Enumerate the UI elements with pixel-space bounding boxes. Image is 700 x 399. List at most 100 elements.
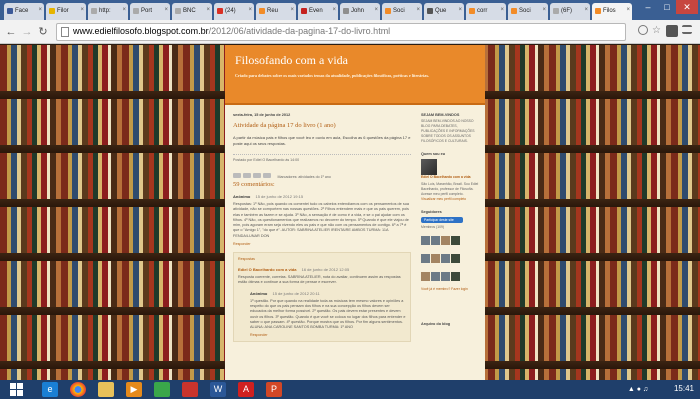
reply-link[interactable]: Responder [233, 242, 411, 246]
browser-tab[interactable]: Filos × [592, 3, 632, 20]
follower-avatar[interactable] [441, 236, 450, 245]
zoom-icon[interactable] [638, 25, 648, 35]
follower-avatar[interactable] [431, 254, 440, 263]
forward-button[interactable]: → [20, 24, 34, 40]
browser-tab[interactable]: Soci × [508, 3, 548, 20]
tab-close-icon[interactable]: × [80, 7, 84, 13]
follower-avatar[interactable] [451, 254, 460, 263]
tab-label: BNC [183, 8, 196, 14]
browser-tab[interactable]: Even × [298, 3, 338, 20]
archive-heading: Arquivo do blog [421, 322, 451, 326]
follower-avatar[interactable] [451, 272, 460, 281]
tab-close-icon[interactable]: × [416, 7, 420, 13]
page-icon [61, 27, 69, 37]
nested-reply-link[interactable]: Responder [250, 333, 406, 337]
tab-close-icon[interactable]: × [122, 7, 126, 13]
browser-tab-strip: Face × Filor × http: × Port × BNC × (24) × Reu × Even ×… [0, 0, 700, 20]
browser-tab[interactable]: Que × [424, 3, 464, 20]
follower-avatar[interactable] [421, 236, 430, 245]
chrome-window-icon[interactable] [182, 382, 198, 397]
maximize-button[interactable]: □ [658, 0, 676, 14]
internet-explorer-icon[interactable]: e [42, 382, 58, 397]
profile-avatar[interactable] [421, 159, 437, 175]
favicon-icon [259, 8, 265, 14]
browser-tab[interactable]: (24) × [214, 3, 254, 20]
reply-author[interactable]: Ediel O Bacelhardo com a vida 16 de junh… [238, 267, 406, 272]
tab-close-icon[interactable]: × [332, 7, 336, 13]
tab-close-icon[interactable]: × [374, 7, 378, 13]
browser-tab[interactable]: Face × [4, 3, 44, 20]
follower-avatar[interactable] [421, 254, 430, 263]
media-player-icon[interactable]: ▶ [126, 382, 142, 397]
blog-title[interactable]: Filosofando com a vida [235, 53, 348, 68]
tab-close-icon[interactable]: × [626, 7, 630, 13]
tab-close-icon[interactable]: × [542, 7, 546, 13]
twitter-share-icon[interactable] [253, 173, 261, 178]
browser-tab[interactable]: Reu × [256, 3, 296, 20]
follower-avatar[interactable] [441, 272, 450, 281]
minimize-button[interactable]: – [638, 0, 658, 14]
followers-login[interactable]: Você já é membro? Fazer login [421, 287, 479, 292]
browser-tab[interactable]: corr × [466, 3, 506, 20]
replies-toggle[interactable]: Respostas [238, 257, 406, 261]
browser-tab[interactable]: Filor × [46, 3, 86, 20]
follower-avatar[interactable] [441, 254, 450, 263]
word-icon[interactable]: W [210, 382, 226, 397]
address-bar[interactable]: www.edielfilosofo.blogspot.com.br/2012/0… [56, 23, 626, 41]
browser-tab[interactable]: http: × [88, 3, 128, 20]
tab-close-icon[interactable]: × [290, 7, 294, 13]
tab-label: Soci [393, 8, 405, 14]
tab-close-icon[interactable]: × [458, 7, 462, 13]
back-button[interactable]: ← [4, 24, 18, 40]
browser-tab[interactable]: John × [340, 3, 380, 20]
close-window-button[interactable]: ✕ [676, 0, 698, 14]
chrome-icon[interactable] [70, 382, 86, 397]
browser-tab[interactable]: BNC × [172, 3, 212, 20]
browser-tab[interactable]: (6F) × [550, 3, 590, 20]
tab-close-icon[interactable]: × [584, 7, 588, 13]
follower-avatar[interactable] [451, 236, 460, 245]
comment-date[interactable]: 15 de junho de 2012 19:15 [255, 194, 303, 199]
favicon-icon [385, 8, 391, 14]
browser-toolbar: ← → ↻ www.edielfilosofo.blogspot.com.br/… [0, 20, 700, 44]
tray-icons[interactable]: ▲ ● ♫ [618, 382, 658, 397]
follower-avatar[interactable] [431, 272, 440, 281]
tab-label: Even [309, 8, 323, 14]
blog-header: Filosofando com a vida Criado para debat… [225, 45, 485, 105]
extension-icon[interactable] [666, 25, 678, 37]
browser-tab[interactable]: Port × [130, 3, 170, 20]
follower-avatar[interactable] [431, 236, 440, 245]
start-button[interactable] [10, 383, 24, 396]
follow-button[interactable]: Participar deste site [421, 217, 463, 223]
app-icon[interactable] [154, 382, 170, 397]
profile-link[interactable]: Visualizar meu perfil completo [421, 197, 479, 202]
address-url: www.edielfilosofo.blogspot.com.br/2012/0… [73, 26, 391, 36]
reply-date[interactable]: 16 de junho de 2012 12:05 [302, 267, 350, 272]
tab-close-icon[interactable]: × [38, 7, 42, 13]
comment: Anônimo 15 de junho de 2012 19:15 Respos… [233, 194, 411, 246]
nested-date[interactable]: 15 de junho de 2012 20:11 [272, 291, 319, 296]
star-icon[interactable]: ☆ [652, 25, 664, 37]
tab-label: Face [15, 8, 29, 14]
email-share-icon[interactable] [233, 173, 241, 178]
taskbar: e ▶ W A P ▲ ● ♫ 15:41 [0, 380, 700, 399]
browser-tab[interactable]: Soci × [382, 3, 422, 20]
menu-icon[interactable] [682, 25, 692, 34]
tab-close-icon[interactable]: × [248, 7, 252, 13]
tab-label: Filos [603, 8, 616, 14]
profile-name[interactable]: Ediel O Bacelhardo com a vida [421, 175, 479, 180]
blog-sidebar: SEJAM BEM-VINDOS SEJAM BEM-VINDOS AO NOS… [421, 109, 479, 326]
acrobat-icon[interactable]: A [238, 382, 254, 397]
tab-close-icon[interactable]: × [164, 7, 168, 13]
post-title[interactable]: Atividade da página 17 do livro (1 ano) [233, 122, 411, 129]
follower-avatar[interactable] [421, 272, 430, 281]
file-explorer-icon[interactable] [98, 382, 114, 397]
tab-close-icon[interactable]: × [500, 7, 504, 13]
reload-button[interactable]: ↻ [36, 24, 50, 40]
blog-share-icon[interactable] [243, 173, 251, 178]
share-buttons: Marcadores: atividades do 1º ano [233, 165, 411, 179]
taskbar-clock[interactable]: 15:41 [674, 384, 694, 393]
tab-close-icon[interactable]: × [206, 7, 210, 13]
powerpoint-icon[interactable]: P [266, 382, 282, 397]
facebook-share-icon[interactable] [263, 173, 271, 178]
